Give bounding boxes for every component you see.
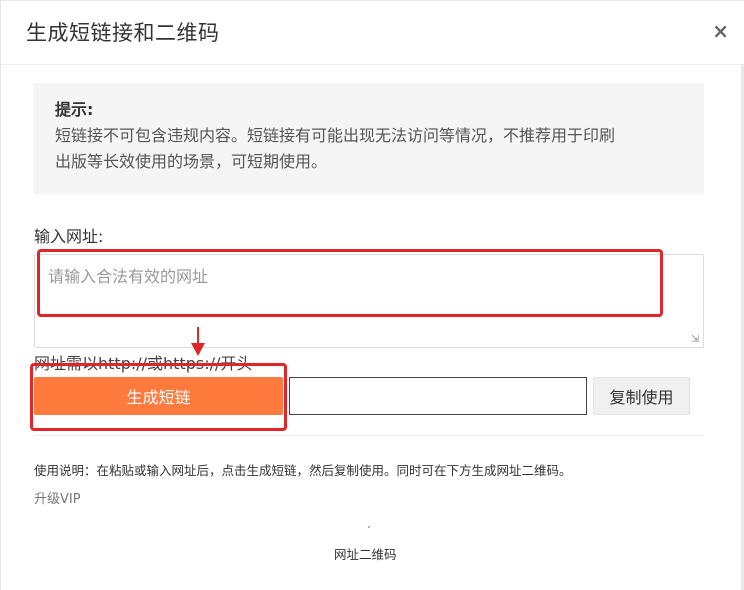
close-icon[interactable]: × bbox=[712, 19, 729, 43]
divider bbox=[34, 435, 704, 436]
resize-grip-icon[interactable]: ⇲ bbox=[691, 335, 701, 345]
url-format-hint: 网址需以http://或https://开头 bbox=[34, 354, 253, 373]
tip-line-1: 短链接不可包含违规内容。短链接有可能出现无法访问等情况，不推荐用于印刷 bbox=[55, 126, 616, 145]
url-input[interactable] bbox=[34, 254, 704, 348]
dialog-header: 生成短链接和二维码 × bbox=[1, 1, 744, 65]
copy-button[interactable]: 复制使用 bbox=[593, 377, 690, 415]
qr-code-label: 网址二维码 bbox=[334, 547, 397, 562]
qr-code-placeholder bbox=[368, 526, 370, 528]
short-link-dialog: 生成短链接和二维码 × 提示: 短链接不可包含违规内容。短链接有可能出现无法访问… bbox=[0, 0, 744, 590]
url-label: 输入网址: bbox=[34, 227, 104, 246]
tip-title: 提示: bbox=[55, 100, 94, 119]
upgrade-vip-link[interactable]: 升级VIP bbox=[34, 488, 81, 507]
dialog-title: 生成短链接和二维码 bbox=[26, 21, 220, 45]
usage-instructions: 使用说明：在粘贴或输入网址后，点击生成短链，然后复制使用。同时可在下方生成网址二… bbox=[34, 463, 572, 478]
tip-line-2: 出版等长效使用的场景，可短期使用。 bbox=[55, 152, 328, 171]
tip-box: 提示: 短链接不可包含违规内容。短链接有可能出现无法访问等情况，不推荐用于印刷 … bbox=[33, 83, 704, 194]
short-link-output[interactable] bbox=[289, 377, 587, 415]
generate-short-link-button[interactable]: 生成短链 bbox=[34, 377, 283, 415]
